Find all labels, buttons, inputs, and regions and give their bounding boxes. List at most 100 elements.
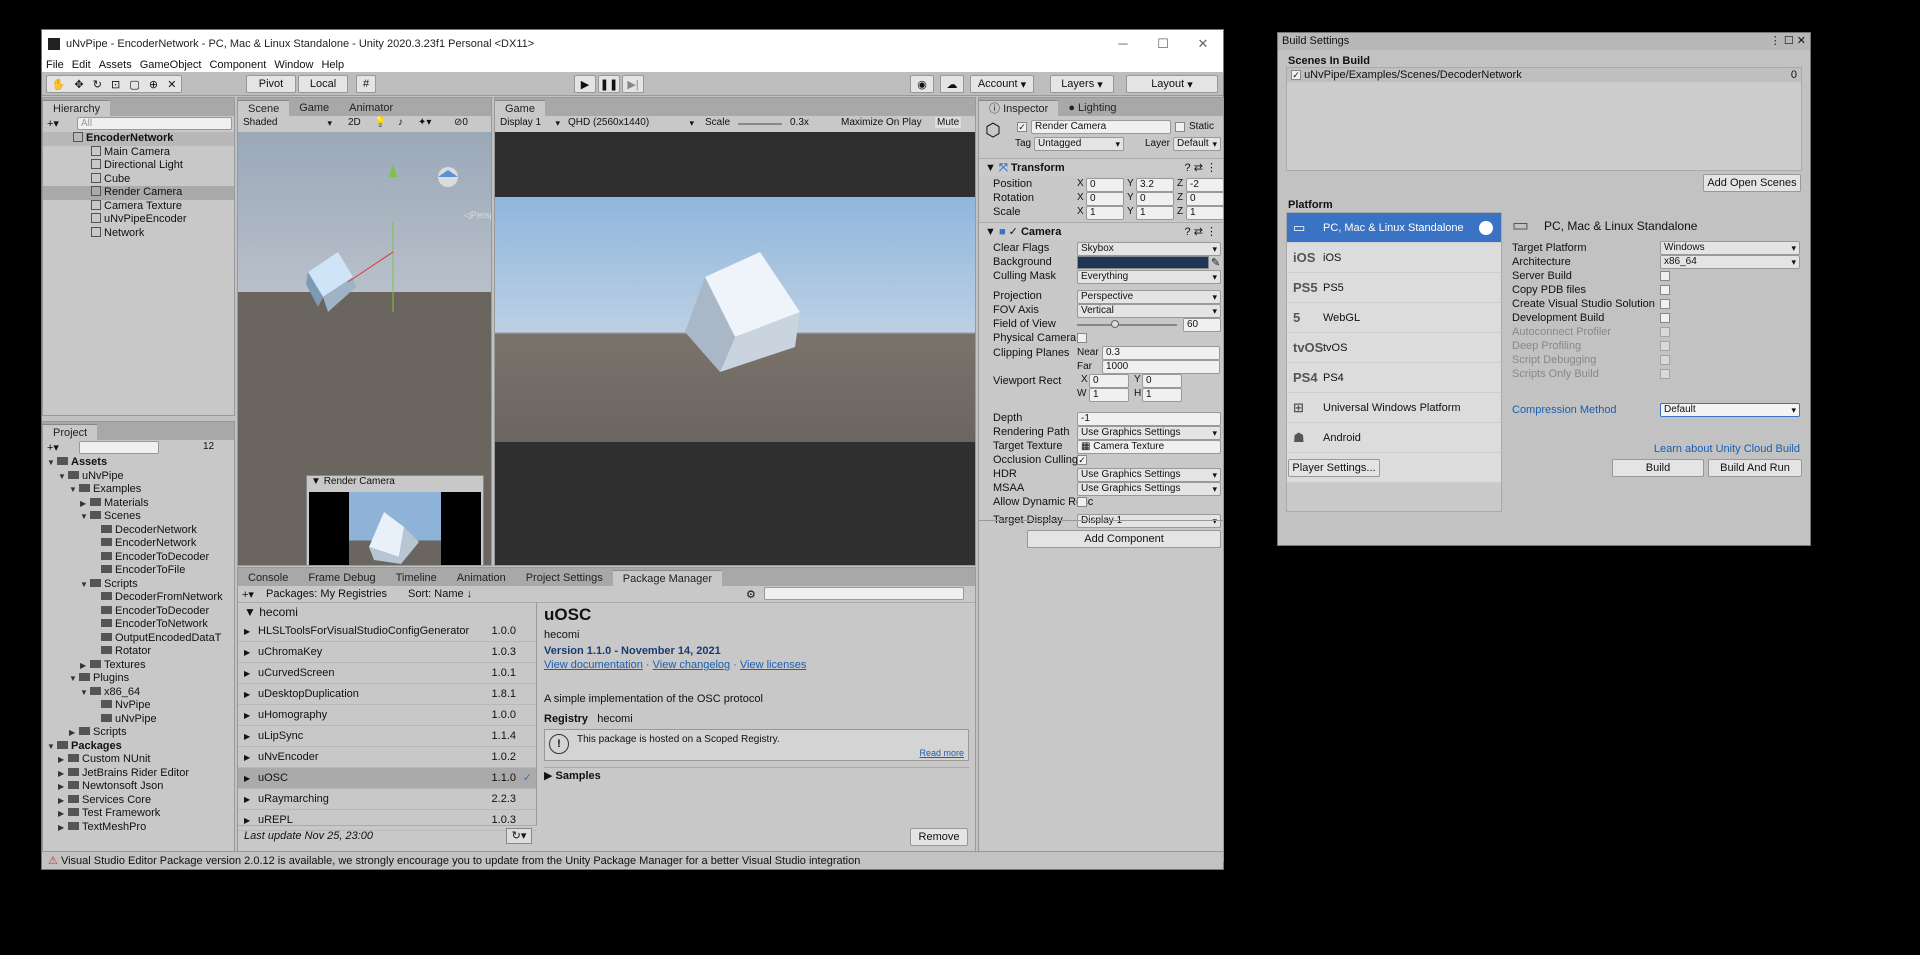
project-tree-item[interactable]: DecoderNetwork	[43, 524, 234, 538]
project-tree-item[interactable]: ▼ Examples	[43, 483, 234, 497]
far-input[interactable]: 1000	[1102, 360, 1220, 374]
window-controls-icon[interactable]: ⋮ ☐ ✕	[1770, 33, 1806, 50]
tab-hierarchy[interactable]: Hierarchy	[43, 100, 111, 116]
scale-tool-icon[interactable]: ⊡	[111, 78, 120, 91]
project-tree-item[interactable]: OutputEncodedDataT	[43, 632, 234, 646]
project-tree-item[interactable]: DecoderFromNetwork	[43, 591, 234, 605]
camera-input[interactable]: -1	[1077, 412, 1221, 426]
project-tree-item[interactable]: ▼ Packages	[43, 740, 234, 754]
project-tree-item[interactable]: Rotator	[43, 645, 234, 659]
account-dropdown[interactable]: Account ▾	[970, 75, 1034, 93]
add-component-button[interactable]: Add Component	[1027, 530, 1221, 548]
collab-icon[interactable]: ◉	[910, 75, 934, 93]
scale-slider[interactable]	[738, 123, 782, 125]
camera-checkbox[interactable]	[1077, 333, 1087, 343]
package-row[interactable]: ▶ uRaymarching 2.2.3	[238, 789, 536, 810]
project-tree-item[interactable]: ▼ Scripts	[43, 578, 234, 592]
audio-icon[interactable]: ♪	[398, 117, 403, 128]
camera-dropdown[interactable]: Use Graphics Settings	[1077, 482, 1221, 496]
camera-component-header[interactable]: ▼ ■ ✓ Camera? ⇄ ⋮	[979, 222, 1223, 240]
player-settings-button[interactable]: Player Settings...	[1288, 459, 1380, 477]
tab-game[interactable]: Game	[289, 100, 339, 116]
camera-dropdown[interactable]: Use Graphics Settings	[1077, 468, 1221, 482]
toggle-2d[interactable]: 2D	[348, 117, 361, 128]
tag-dropdown[interactable]: Untagged	[1034, 137, 1124, 151]
transform-tool-icon[interactable]: ⊕	[149, 78, 158, 91]
active-checkbox[interactable]: ✓	[1017, 122, 1027, 132]
camera-checkbox[interactable]: ✓	[1077, 455, 1087, 465]
position-x-input[interactable]: 0	[1086, 178, 1124, 192]
fov-slider-handle[interactable]	[1110, 320, 1119, 328]
sort-dropdown[interactable]: Sort: Name ↓	[408, 588, 472, 600]
project-tree-item[interactable]: NvPipe	[43, 699, 234, 713]
build-option-checkbox[interactable]	[1660, 341, 1670, 351]
eyedropper-icon[interactable]: ✎	[1211, 256, 1220, 269]
effects-icon[interactable]: ✦▾	[418, 117, 431, 128]
maximize-on-play-toggle[interactable]: Maximize On Play	[841, 117, 922, 128]
build-option-checkbox[interactable]	[1660, 327, 1670, 337]
scene-checkbox[interactable]: ✓	[1291, 70, 1301, 80]
package-row[interactable]: ▶ uChromaKey 1.0.3	[238, 642, 536, 663]
package-row[interactable]: ▶ uDesktopDuplication 1.8.1	[238, 684, 536, 705]
game-view[interactable]: Game Display 1 QHD (2560x1440) Scale 0.3…	[494, 97, 976, 566]
near-input[interactable]: 0.3	[1102, 346, 1220, 360]
menu-assets[interactable]: Assets	[99, 59, 132, 71]
package-row[interactable]: ▶ uOSC 1.1.0 ✓	[238, 768, 536, 789]
scenes-list[interactable]: ✓ uNvPipe/Examples/Scenes/DecoderNetwork…	[1286, 67, 1802, 171]
hierarchy-item[interactable]: uNvPipeEncoder	[43, 213, 234, 227]
menu-gameobject[interactable]: GameObject	[140, 59, 202, 71]
hierarchy-item[interactable]: Cube	[43, 172, 234, 187]
menu-help[interactable]: Help	[321, 59, 344, 71]
view-documentation-link[interactable]: View documentation	[544, 659, 643, 671]
project-tree-item[interactable]: ▶ Textures	[43, 659, 234, 673]
status-bar[interactable]: ⚠ Visual Studio Editor Package version 2…	[42, 851, 1223, 869]
camera-dropdown[interactable]: Perspective	[1077, 290, 1221, 304]
project-tree-item[interactable]: uNvPipe	[43, 713, 234, 727]
menu-component[interactable]: Component	[209, 59, 266, 71]
platform-item[interactable]: iOS iOS	[1287, 243, 1501, 273]
tab-game[interactable]: Game	[495, 100, 545, 116]
shading-dropdown[interactable]: Shaded	[240, 117, 335, 131]
build-option-dropdown[interactable]: Windows	[1660, 241, 1800, 255]
tab-project[interactable]: Project	[43, 424, 98, 440]
menu-edit[interactable]: Edit	[72, 59, 91, 71]
project-tree-item[interactable]: EncoderToDecoder	[43, 551, 234, 565]
remove-button[interactable]: Remove	[910, 828, 968, 846]
scene-row[interactable]: ✓ uNvPipe/Examples/Scenes/DecoderNetwork…	[1287, 68, 1801, 82]
position-z-input[interactable]: -2	[1186, 178, 1223, 192]
hierarchy-item[interactable]: Render Camera	[43, 186, 234, 200]
rotation-x-input[interactable]: 0	[1086, 192, 1124, 206]
menu-file[interactable]: File	[46, 59, 64, 71]
project-tree-item[interactable]: ▶ Custom NUnit	[43, 753, 234, 767]
rotation-z-input[interactable]: 0	[1186, 192, 1223, 206]
scene-view[interactable]: SceneGameAnimator Shaded 2D 💡 ♪ ✦▾ ⊘0 ◁P…	[237, 97, 492, 566]
package-row[interactable]: ▶ uNvEncoder 1.0.2	[238, 747, 536, 768]
hierarchy-item[interactable]: Camera Texture	[43, 199, 234, 214]
object-name-input[interactable]: Render Camera	[1031, 120, 1171, 134]
scale-y-input[interactable]: 1	[1136, 206, 1174, 220]
build-option-dropdown[interactable]: x86_64	[1660, 255, 1800, 269]
build-button[interactable]: Build	[1612, 459, 1704, 477]
project-tree-item[interactable]: ▼ uNvPipe	[43, 470, 234, 484]
hierarchy-root[interactable]: EncoderNetwork	[43, 132, 234, 146]
mute-toggle[interactable]: Mute	[935, 117, 962, 128]
settings-gear-icon[interactable]: ⚙	[746, 588, 756, 601]
project-tree-item[interactable]: EncoderToNetwork	[43, 618, 234, 632]
view-changelog-link[interactable]: View changelog	[653, 659, 730, 671]
build-option-checkbox[interactable]	[1660, 271, 1670, 281]
project-tree-item[interactable]: ▼ Plugins	[43, 672, 234, 686]
scale-x-input[interactable]: 1	[1086, 206, 1124, 220]
tab-scene[interactable]: Scene	[238, 100, 290, 116]
fov-input[interactable]: 60	[1183, 318, 1221, 332]
scale-z-input[interactable]: 1	[1186, 206, 1223, 220]
package-row[interactable]: ▶ uHomography 1.0.0	[238, 705, 536, 726]
viewport-y-input[interactable]: 0	[1142, 374, 1182, 388]
package-row[interactable]: ▶ uLipSync 1.1.4	[238, 726, 536, 747]
tab-console[interactable]: Console	[238, 570, 298, 586]
project-tree-item[interactable]: ▶ Newtonsoft Json	[43, 780, 234, 794]
viewport-h-input[interactable]: 1	[1142, 388, 1182, 402]
pause-button[interactable]: ❚❚	[598, 75, 620, 93]
platform-item[interactable]: tvOS tvOS	[1287, 333, 1501, 363]
hierarchy-item[interactable]: Directional Light	[43, 159, 234, 173]
rect-tool-icon[interactable]: ▢	[129, 78, 139, 91]
